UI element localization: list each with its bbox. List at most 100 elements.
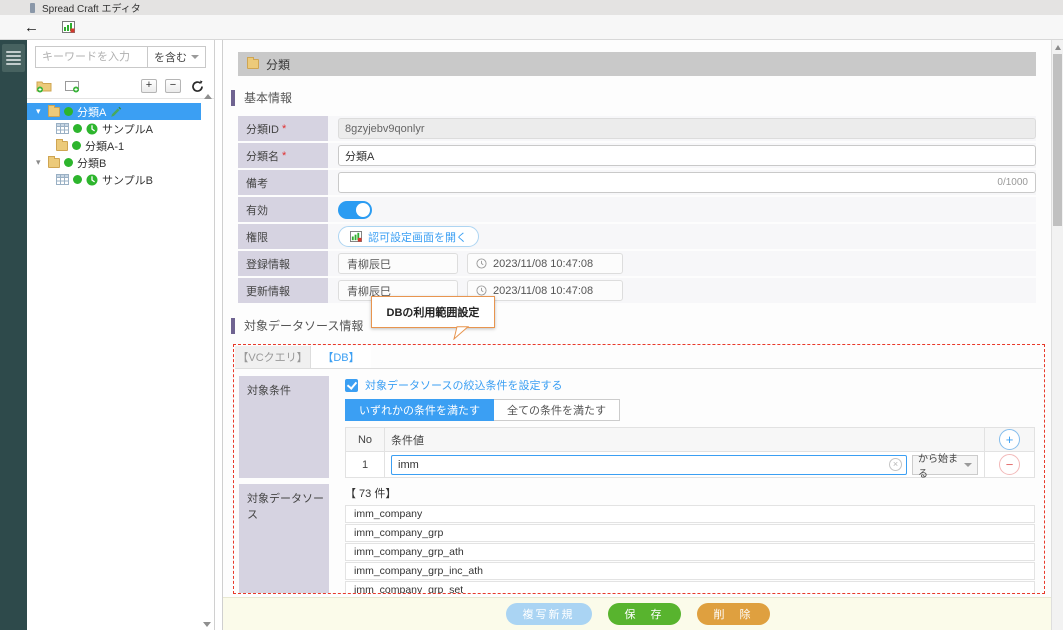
tree-search-row: を含む [35,46,206,68]
list-item[interactable]: imm_company [345,505,1035,523]
add-condition-button[interactable]: + [999,429,1020,450]
status-dot-icon [72,141,81,150]
filter-condition-checkbox-row: 対象データソースの絞込条件を設定する [345,376,1035,394]
datasource-block: 対象データソース 【 73 件】 imm_company imm_company… [239,484,1035,593]
tree-node-sample-b[interactable]: サンプルB [27,171,201,188]
match-any-button[interactable]: いずれかの条件を満たす [345,399,494,421]
main-scrollbar[interactable] [1051,40,1063,630]
match-mode-segmented-control: いずれかの条件を満たす 全ての条件を満たす [345,399,1035,421]
page-header: 分類 [238,52,1036,76]
tree-node-label: 分類A [77,104,106,120]
action-footer: 複写新規 保 存 削 除 [223,597,1052,630]
list-item[interactable]: imm_company_grp [345,524,1035,542]
scrollbar-thumb[interactable] [1053,54,1062,226]
folder-icon [247,59,259,69]
window-titlebar: Spread Craft エディタ [0,0,1063,15]
scroll-up-icon[interactable] [204,94,212,99]
field-label: 備考 [238,170,328,195]
scroll-up-icon[interactable] [1055,45,1061,50]
field-label: 対象条件 [239,376,329,478]
status-dot-icon [64,158,73,167]
tree-node-category-a-1[interactable]: 分類A-1 [27,137,201,154]
add-category-icon[interactable] [36,79,52,93]
section-datasource-info: 対象データソース情報 [231,317,363,334]
side-rail [0,40,27,630]
app-icon [30,3,35,13]
refresh-icon[interactable] [191,80,204,93]
list-item[interactable]: imm_company_grp_inc_ath [345,562,1035,580]
twisty-down-icon[interactable]: ▾ [36,158,44,167]
field-label: 分類名 * [238,143,328,168]
copy-new-button[interactable]: 複写新規 [506,603,592,625]
folder-icon [48,158,60,168]
list-item[interactable]: imm_company_grp_ath [345,543,1035,561]
column-value: 条件値 [385,427,985,452]
tree-node-sample-a[interactable]: サンプルA [27,120,201,137]
section-bar [231,318,235,334]
status-dot-icon [64,107,73,116]
required-mark: * [282,123,286,135]
spreadsheet-icon [350,231,362,242]
expand-all-button[interactable]: + [141,79,157,93]
back-arrow-icon[interactable]: ← [24,19,39,36]
row-category-name: 分類名 * [238,143,1036,168]
section-bar [231,90,235,106]
db-scope-highlight-region: 【VCクエリ】 【DB】 対象条件 対象データソースの絞込条件を設定する いずれ… [233,344,1045,594]
grid-sheet-icon [56,123,69,134]
folder-icon [48,107,60,117]
status-dot-icon [73,175,82,184]
match-all-button[interactable]: 全ての条件を満たす [494,399,620,421]
tab-vc-query[interactable]: 【VCクエリ】 [235,346,311,368]
scroll-down-icon[interactable] [203,622,211,627]
field-label: 権限 [238,224,328,249]
condition-value-input[interactable] [391,455,907,475]
registered-datetime: 2023/11/08 10:47:08 [467,253,623,274]
section-title: 対象データソース情報 [244,317,363,334]
match-type-dropdown[interactable]: から始まる [912,455,978,475]
menu-hamburger-icon[interactable] [2,44,25,72]
checkbox-checked-icon[interactable] [345,379,358,392]
list-item[interactable]: imm_company_grp_set [345,581,1035,593]
tab-db[interactable]: 【DB】 [311,346,371,368]
twisty-down-icon[interactable]: ▾ [36,107,44,116]
tree-node-label: サンプルA [102,121,153,137]
match-type-value: から始まる [918,450,964,480]
tree-node-label: 分類B [77,155,106,171]
clock-icon [476,285,487,296]
remove-condition-button[interactable]: − [999,454,1020,475]
chevron-down-icon [191,55,199,59]
section-title: 基本情報 [244,89,292,106]
grid-sheet-icon [56,174,69,185]
match-type-select[interactable]: を含む [148,46,206,68]
datasource-count: 【 73 件】 [345,485,1035,501]
open-authorization-screen-button[interactable]: 認可設定画面を開く [338,226,479,247]
db-usage-callout: DBの利用範囲設定 [371,296,495,328]
required-mark: * [282,150,286,162]
row-category-id: 分類ID * [238,116,1036,141]
collapse-all-button[interactable]: − [165,79,181,93]
tree-node-category-a[interactable]: ▾ 分類A [27,103,201,120]
row-registered: 登録情報 青柳辰巳 2023/11/08 10:47:08 [238,251,1036,276]
search-input[interactable] [35,46,148,68]
main-panel: 分類 基本情報 分類ID * 分類名 * [222,40,1051,630]
top-toolbar: ← [0,15,1063,40]
spreadsheet-icon[interactable] [62,21,75,33]
folder-icon [56,141,68,151]
clear-icon[interactable] [889,458,902,471]
save-button[interactable]: 保 存 [608,603,681,625]
enabled-toggle[interactable] [338,201,372,219]
note-field[interactable] [338,172,1036,193]
match-type-value: を含む [154,49,187,65]
clock-icon [86,174,98,186]
category-name-field[interactable] [338,145,1036,166]
row-updated: 更新情報 青柳辰巳 2023/11/08 10:47:08 [238,278,1036,303]
tree-scrollbar[interactable] [202,92,213,627]
page-title: 分類 [266,56,290,73]
tree-node-category-b[interactable]: ▾ 分類B [27,154,201,171]
condition-row-no: 1 [345,452,385,478]
add-sample-icon[interactable] [64,79,80,93]
filter-condition-label[interactable]: 対象データソースの絞込条件を設定する [365,377,562,393]
row-note: 備考 0/1000 [238,170,1036,195]
column-no: No [345,427,385,452]
delete-button[interactable]: 削 除 [697,603,770,625]
